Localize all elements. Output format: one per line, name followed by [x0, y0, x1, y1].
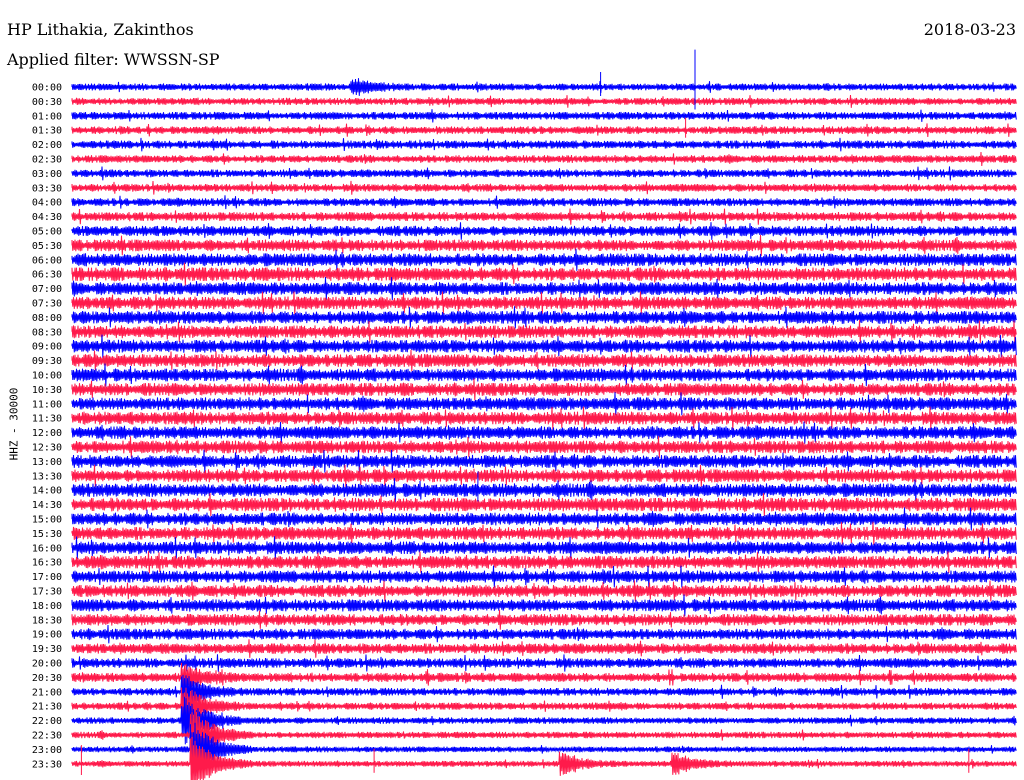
row-label: 22:30	[32, 731, 62, 742]
trace-line	[71, 521, 1017, 546]
trace-line	[71, 507, 1017, 531]
row-label: 15:00	[32, 515, 62, 526]
row-label: 15:30	[32, 529, 62, 540]
row-label: 18:00	[32, 601, 62, 612]
row-label: 22:00	[32, 716, 62, 727]
row-label: 11:00	[32, 399, 62, 410]
row-label: 12:30	[32, 443, 62, 454]
row-label: 19:30	[32, 644, 62, 655]
row-label: 10:00	[32, 371, 62, 382]
trace-line	[71, 109, 1017, 123]
row-label: 21:30	[32, 702, 62, 713]
trace-line	[71, 493, 1017, 517]
row-label: 05:30	[32, 241, 62, 252]
row-label: 01:00	[32, 111, 62, 122]
row-label: 06:00	[32, 255, 62, 266]
row-label: 07:30	[32, 299, 62, 310]
row-label: 03:30	[32, 183, 62, 194]
trace-line	[71, 334, 1017, 358]
row-label: 00:30	[32, 97, 62, 108]
row-label: 10:30	[32, 385, 62, 396]
row-label: 02:00	[32, 140, 62, 151]
row-label: 13:00	[32, 457, 62, 468]
row-label: 09:00	[32, 342, 62, 353]
trace-line	[71, 248, 1017, 271]
trace-group	[71, 49, 1017, 780]
trace-line	[71, 78, 1017, 96]
trace-line	[71, 291, 1017, 315]
trace-line	[71, 262, 1017, 286]
trace-line	[71, 436, 1017, 458]
trace-line	[71, 594, 1017, 617]
trace-line	[71, 421, 1017, 444]
trace-line	[71, 464, 1017, 487]
row-label: 11:30	[32, 414, 62, 425]
row-label: 23:30	[32, 759, 62, 770]
trace-line	[71, 449, 1017, 474]
row-label: 04:30	[32, 212, 62, 223]
row-label: 17:30	[32, 587, 62, 598]
row-label: 04:00	[32, 198, 62, 209]
trace-line	[71, 654, 1017, 672]
trace-line	[71, 195, 1017, 210]
trace-line	[71, 234, 1017, 256]
row-label-group: 00:00 00:30 01:00 01:30 02:00 02:30 03:00 03:30…	[32, 83, 62, 771]
trace-line	[71, 349, 1017, 372]
row-label: 21:00	[32, 687, 62, 698]
row-label: 07:00	[32, 284, 62, 295]
trace-line	[71, 609, 1017, 630]
trace-line	[71, 363, 1017, 387]
row-label: 05:00	[32, 227, 62, 238]
row-label: 09:30	[32, 356, 62, 367]
row-label: 20:00	[32, 659, 62, 670]
trace-line	[71, 276, 1017, 301]
trace-line	[71, 320, 1017, 344]
helicorder-plot: 00:00 00:30 01:00 01:30 02:00 02:30 03:00 03:30…	[32, 49, 1017, 780]
row-label: 23:00	[32, 745, 62, 756]
row-label: 16:30	[32, 558, 62, 569]
trace-line	[71, 580, 1017, 602]
row-label: 08:30	[32, 327, 62, 338]
row-label: 14:30	[32, 500, 62, 511]
row-label: 00:00	[32, 83, 62, 94]
row-label: 06:30	[32, 270, 62, 281]
row-label: 20:30	[32, 673, 62, 684]
trace-line	[71, 624, 1017, 644]
row-label: 14:00	[32, 486, 62, 497]
trace-line	[71, 151, 1017, 167]
trace-line	[71, 565, 1017, 588]
trace-line	[71, 123, 1017, 138]
row-label: 19:00	[32, 630, 62, 641]
trace-line	[71, 662, 1017, 692]
trace-line	[71, 94, 1017, 108]
row-label: 13:30	[32, 471, 62, 482]
row-label: 08:00	[32, 313, 62, 324]
trace-line	[71, 222, 1017, 240]
trace-line	[71, 306, 1017, 329]
row-label: 16:00	[32, 543, 62, 554]
trace-line	[71, 551, 1017, 574]
row-label: 02:30	[32, 155, 62, 166]
trace-line	[71, 378, 1017, 401]
row-label: 17:00	[32, 572, 62, 583]
trace-line	[71, 137, 1017, 152]
row-label: 18:30	[32, 615, 62, 626]
row-label: 03:00	[32, 169, 62, 180]
trace-line	[71, 166, 1017, 181]
row-label: 01:30	[32, 126, 62, 137]
trace-line	[71, 208, 1017, 225]
trace-line	[71, 180, 1017, 195]
row-label: 12:00	[32, 428, 62, 439]
trace-line	[71, 639, 1017, 658]
